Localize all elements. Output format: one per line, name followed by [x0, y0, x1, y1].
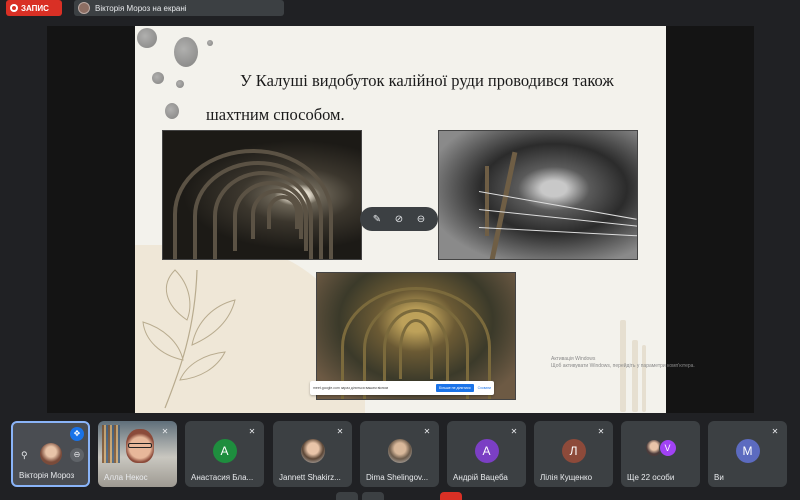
slide-decor-dot — [152, 72, 164, 84]
participant-name: Лілія Кущенко — [540, 473, 593, 482]
leave-call-button[interactable] — [440, 492, 462, 500]
participant-name: Вікторія Мороз — [19, 471, 75, 480]
presenter-chip[interactable]: Вікторія Мороз на екрані — [74, 0, 284, 16]
watermark-line-2: Щоб активувати Windows, перейдіть у пара… — [551, 363, 695, 369]
slide-title: У Калуші видобуток калійної руди проводи… — [206, 64, 650, 132]
record-icon — [10, 4, 18, 12]
mic-off-icon: ✕ — [161, 427, 169, 436]
participant-tile[interactable]: Л ✕ Лілія Кущенко — [534, 421, 613, 487]
mine-tunnel-photo-1 — [162, 130, 362, 260]
slide-decor-dot — [207, 40, 213, 46]
slide-title-line-1: У Калуші видобуток калійної руди проводи… — [240, 71, 614, 90]
participant-tile-self[interactable]: ⚲ ⊖ ✥ Вікторія Мороз — [11, 421, 90, 487]
more-participants-avatars: V — [644, 439, 677, 457]
expand-icon[interactable]: ✥ — [70, 427, 84, 441]
mic-off-icon: ✕ — [597, 427, 605, 436]
avatar — [300, 439, 325, 463]
slide-decor-dot — [165, 103, 179, 119]
pin-icon[interactable]: ✎ — [373, 214, 381, 225]
mute-icon[interactable]: ⊘ — [395, 214, 403, 225]
more-options-icon[interactable]: ⊖ — [70, 448, 84, 462]
slide-leaf-illustration — [142, 269, 236, 409]
participant-name: Jannett Shakirz... — [279, 473, 341, 482]
camera-button[interactable] — [362, 492, 384, 500]
participant-tile[interactable]: А ✕ Андрій Вацеба — [447, 421, 526, 487]
presenter-label: Вікторія Мороз на екрані — [95, 3, 187, 13]
avatar: Л — [561, 439, 586, 463]
participant-name: Dima Shelingov... — [366, 473, 429, 482]
recording-label: ЗАПИС — [21, 3, 49, 13]
slide-title-line-2: шахтним способом. — [206, 105, 345, 124]
participant-name: Андрій Вацеба — [453, 473, 508, 482]
presentation-controls: ✎ ⊘ ⊖ — [360, 207, 438, 231]
mic-off-icon: ✕ — [771, 427, 779, 436]
top-bar: ЗАПИС Вікторія Мороз на екрані — [0, 0, 800, 18]
mic-off-icon: ✕ — [248, 427, 256, 436]
slide-decor-dot — [174, 37, 198, 67]
avatar: V — [658, 439, 677, 457]
watermark-line-1: Активація Windows — [551, 356, 596, 362]
avatar: А — [212, 439, 237, 463]
windows-activation-watermark: Активація Windows Щоб активувати Windows… — [551, 356, 731, 370]
hide-share-bar-button[interactable]: Сховати — [478, 386, 491, 390]
avatar — [387, 439, 412, 463]
participant-filmstrip: ⚲ ⊖ ✥ Вікторія Мороз ✕ Алла Некос А ✕ Ан… — [0, 420, 800, 490]
screen-share-bar: meet.google.com зараз ділиться вашим вік… — [310, 381, 494, 395]
slide-decor-pillar — [632, 340, 638, 412]
avatar: М — [735, 439, 760, 463]
participant-tile[interactable]: А ✕ Анастасия Бла... — [185, 421, 264, 487]
stop-sharing-button[interactable]: Більше не ділитися — [436, 384, 474, 392]
participant-name: Ще 22 особи — [627, 473, 675, 482]
more-participants-tile[interactable]: V Ще 22 особи — [621, 421, 700, 487]
participant-tile-camera[interactable]: ✕ Алла Некос — [98, 421, 177, 487]
mic-off-icon: ✕ — [336, 427, 344, 436]
participant-tile[interactable]: ✕ Dima Shelingov... — [360, 421, 439, 487]
call-controls-strip — [0, 492, 800, 500]
self-tile-controls: ⚲ ⊖ — [17, 447, 88, 463]
participant-tile-you[interactable]: М ✕ Ви — [708, 421, 787, 487]
mine-tunnel-photo-2 — [438, 130, 638, 260]
pin-icon[interactable]: ⚲ — [21, 450, 28, 461]
remove-icon[interactable]: ⊖ — [417, 214, 425, 225]
presenter-avatar — [78, 2, 90, 14]
participant-name: Ви — [714, 473, 724, 482]
recording-badge[interactable]: ЗАПИС — [6, 0, 62, 16]
slide-decor-dot — [137, 28, 157, 48]
participant-tile[interactable]: ✕ Jannett Shakirz... — [273, 421, 352, 487]
mic-off-icon: ✕ — [423, 427, 431, 436]
background-shelf — [102, 425, 120, 463]
participant-glasses — [128, 443, 152, 448]
participant-name: Алла Некос — [104, 473, 148, 482]
slide-decor-dot — [176, 80, 184, 88]
share-bar-text: meet.google.com зараз ділиться вашим вік… — [313, 386, 389, 390]
participant-name: Анастасия Бла... — [191, 473, 254, 482]
mic-button[interactable] — [336, 492, 358, 500]
avatar: А — [474, 439, 499, 463]
mic-off-icon: ✕ — [510, 427, 518, 436]
